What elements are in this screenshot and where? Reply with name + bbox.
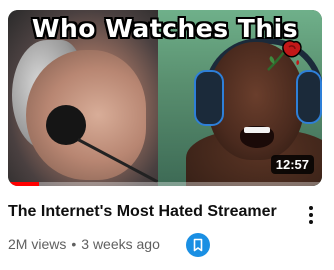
save-button[interactable] xyxy=(186,233,210,257)
upload-age: 3 weeks ago xyxy=(81,236,160,252)
wilted-rose-icon xyxy=(267,40,302,71)
more-vert-icon xyxy=(309,206,313,210)
video-duration-badge: 12:57 xyxy=(270,155,314,174)
streamer-teeth xyxy=(244,127,270,133)
headset-left-icon xyxy=(194,70,224,126)
more-vert-icon-dot xyxy=(309,220,313,224)
video-title[interactable]: The Internet's Most Hated Streamer xyxy=(8,203,298,221)
headset-right-icon xyxy=(296,70,322,124)
metadata-separator: • xyxy=(71,236,77,252)
watch-progress-bar xyxy=(8,182,322,186)
video-thumbnail[interactable]: Who Watches This 12:57 xyxy=(8,10,322,186)
video-metadata: 2M views • 3 weeks ago xyxy=(8,236,160,252)
watch-progress-fill xyxy=(8,182,40,186)
thumbnail-person-face xyxy=(26,50,146,180)
bookmark-icon xyxy=(193,238,203,252)
view-count: 2M views xyxy=(8,236,67,252)
more-vert-icon-dot xyxy=(309,213,313,217)
more-options-button[interactable] xyxy=(302,202,320,228)
video-card[interactable]: Who Watches This 12:57 The Internet's Mo… xyxy=(0,0,334,270)
